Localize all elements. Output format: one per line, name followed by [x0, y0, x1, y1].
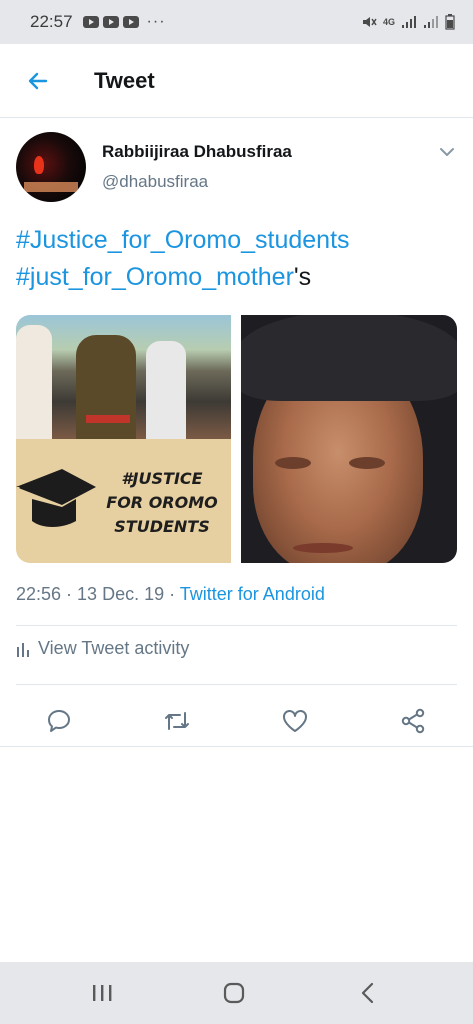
youtube-icon [82, 16, 99, 28]
page-title: Tweet [94, 67, 155, 93]
media-image-mother[interactable] [241, 315, 457, 563]
divider [16, 625, 457, 626]
battery-icon [445, 14, 455, 30]
more-notifications-icon: ··· [146, 13, 166, 30]
home-button[interactable] [216, 978, 252, 1008]
youtube-icon [102, 16, 119, 28]
system-nav-bar [0, 962, 473, 1024]
tweet-time: 22:56 [16, 584, 62, 604]
like-icon [283, 710, 307, 732]
tweet-actions [0, 696, 473, 746]
divider [0, 746, 473, 747]
signal-icon [402, 16, 416, 28]
back-icon [361, 982, 374, 1004]
reply-button[interactable] [42, 704, 76, 738]
meta-separator: · [61, 584, 78, 604]
banner-line: #JUSTICE [121, 469, 203, 488]
back-arrow-icon [28, 72, 48, 89]
tweet-options-button[interactable] [439, 144, 455, 160]
system-indicators: 4G [361, 14, 455, 30]
recent-apps-icon [93, 985, 112, 1001]
analytics-icon [17, 642, 29, 657]
media-image-protest[interactable]: #JUSTICE FOR OROMO STUDENTS [16, 315, 231, 563]
mute-icon [362, 17, 377, 27]
author-handle[interactable]: @dhabusfiraa [102, 172, 208, 192]
candle-flame [34, 156, 44, 174]
tweet-text-suffix: 's [293, 263, 312, 291]
system-back-button[interactable] [350, 978, 386, 1008]
share-button[interactable] [396, 704, 430, 738]
avatar-caption-band [24, 182, 78, 192]
tweet-author: Rabbiijiraa Dhabusfiraa @dhabusfiraa [16, 132, 457, 204]
tweet-date: 13 Dec. 19 [77, 584, 165, 604]
author-display-name[interactable]: Rabbiijiraa Dhabusfiraa [102, 142, 292, 162]
tweet-text: #Justice_for_Oromo_students #just_for_Or… [16, 222, 456, 296]
justice-banner: #JUSTICE FOR OROMO STUDENTS [16, 439, 231, 563]
network-type: 4G [382, 17, 395, 27]
meta-separator: · [164, 584, 180, 604]
app-header: Tweet [0, 44, 473, 118]
avatar[interactable] [16, 132, 86, 202]
banner-text: #JUSTICE FOR OROMO STUDENTS [92, 467, 232, 539]
tweet-source-link[interactable]: Twitter for Android [180, 584, 325, 604]
divider [16, 684, 457, 685]
headscarf [241, 315, 457, 401]
tweet-meta: 22:56 · 13 Dec. 19 · Twitter for Android [16, 584, 325, 605]
banner-line: STUDENTS [114, 517, 210, 536]
home-icon [223, 982, 245, 1004]
reply-icon [48, 710, 70, 732]
hashtag-link[interactable]: #just_for_Oromo_mother [16, 263, 294, 291]
status-time: 22:57 [30, 12, 73, 31]
retweet-button[interactable] [160, 704, 194, 738]
graduation-cap-icon [16, 469, 96, 527]
tweet-media: #JUSTICE FOR OROMO STUDENTS [16, 315, 457, 563]
signal-icon [424, 16, 438, 28]
retweet-icon [165, 712, 189, 730]
hashtag-link[interactable]: #Justice_for_Oromo_students [16, 226, 350, 254]
like-button[interactable] [278, 704, 312, 738]
view-activity-button[interactable]: View Tweet activity [16, 638, 189, 659]
recent-apps-button[interactable] [84, 978, 120, 1008]
view-activity-label: View Tweet activity [38, 638, 190, 658]
crowd-photo [16, 315, 231, 439]
banner-line: FOR OROMO [106, 493, 218, 512]
chevron-down-icon [440, 148, 454, 156]
back-button[interactable] [20, 63, 56, 99]
notification-icons [82, 16, 139, 28]
share-icon [401, 708, 425, 734]
youtube-icon [122, 16, 139, 28]
status-bar: 22:57 ··· 4G [0, 0, 473, 44]
